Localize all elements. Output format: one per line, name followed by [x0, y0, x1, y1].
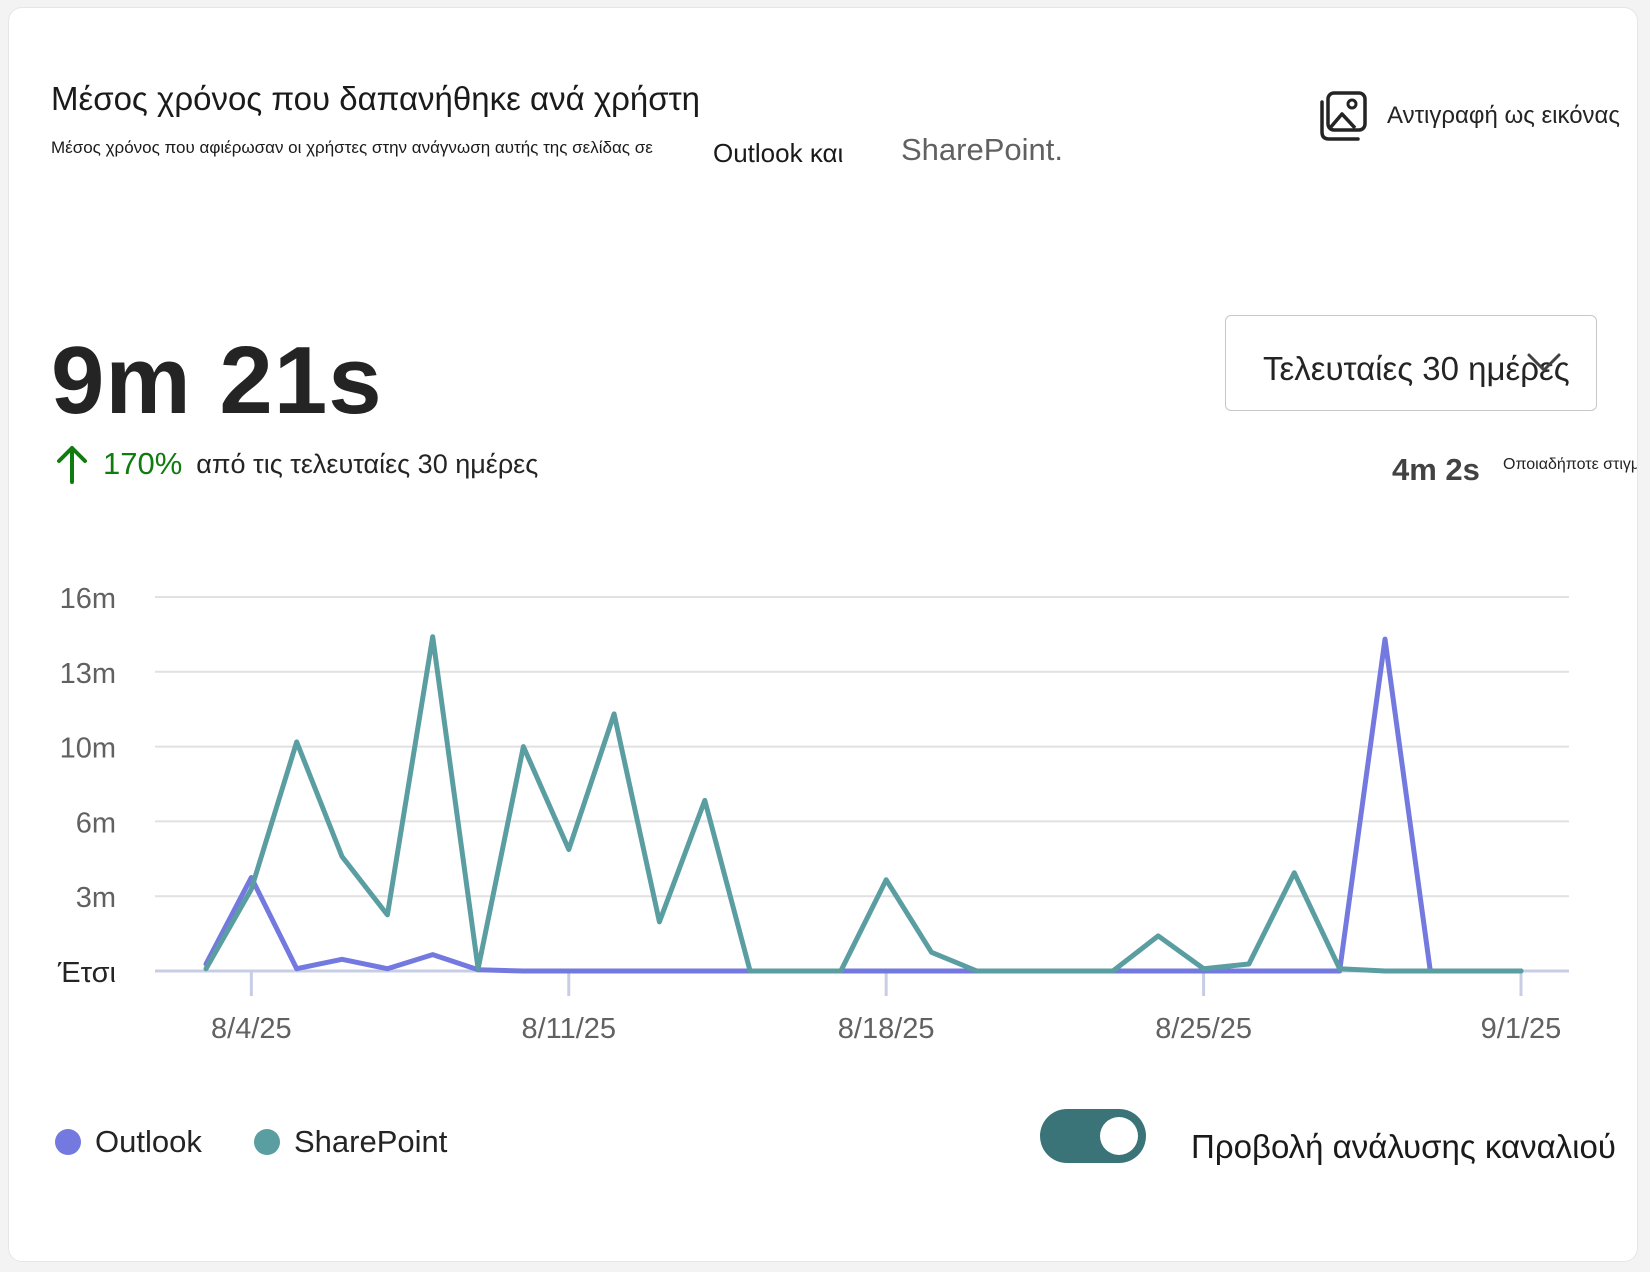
line-chart: Έτσι 3m 6m 10m 13m 16m 8/4/25 8/11/25 8/18/25 8/2…	[57, 583, 1569, 1045]
x-tick-label: 8/4/25	[211, 1013, 292, 1045]
y-tick-label: 16m	[60, 583, 116, 615]
y-tick-label: 3m	[76, 882, 116, 914]
x-tick-label: 8/18/25	[838, 1013, 935, 1045]
y-tick-label: Έτσι	[57, 957, 116, 989]
legend-label-outlook: Outlook	[95, 1124, 202, 1159]
channel-breakdown-label: Προβολή ανάλυσης καναλιού	[1191, 1128, 1616, 1165]
y-tick-label: 6m	[76, 807, 116, 839]
legend-dot-sharepoint	[254, 1129, 280, 1155]
legend-label-sharepoint: SharePoint	[294, 1124, 448, 1159]
toggle-knob	[1100, 1117, 1138, 1155]
legend-item-sharepoint[interactable]: SharePoint	[254, 1124, 447, 1160]
y-tick-label: 13m	[60, 658, 116, 690]
channel-breakdown-toggle[interactable]	[1040, 1109, 1146, 1163]
x-tick-label: 8/25/25	[1155, 1013, 1252, 1045]
avg-time-card: Μέσος χρόνος που δαπανήθηκε ανά χρήστη Μ…	[8, 7, 1638, 1262]
legend-item-outlook[interactable]: Outlook	[55, 1124, 202, 1160]
x-tick-label: 8/11/25	[521, 1013, 616, 1045]
series-line-sharepoint	[203, 634, 1524, 974]
x-tick-label: 9/1/25	[1481, 1013, 1562, 1045]
y-tick-label: 10m	[60, 733, 116, 765]
legend-dot-outlook	[55, 1129, 81, 1155]
